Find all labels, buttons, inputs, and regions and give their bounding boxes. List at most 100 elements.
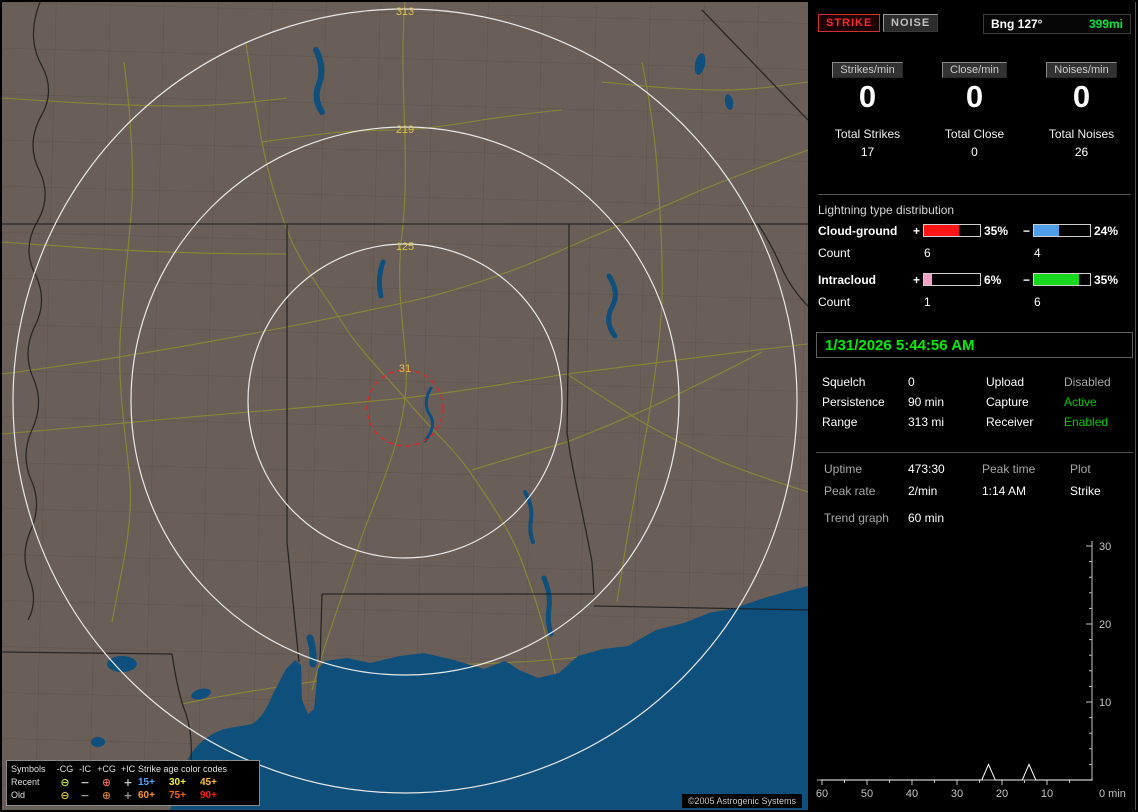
age-code-30: 30+: [169, 776, 186, 788]
squelch-value: 0: [908, 375, 915, 389]
trend-graph-value: 60 min: [908, 511, 945, 525]
intracloud-count-row: Count 1 6: [818, 295, 1131, 309]
cg-negative-count: 4: [1034, 246, 1041, 260]
peak-time-value: 1:14 AM: [982, 484, 1027, 498]
cloud-ground-row: Cloud-ground + 35% − 24%: [818, 223, 1131, 238]
plot-label: Plot: [1070, 462, 1091, 476]
intracloud-row: Intracloud + 6% − 35%: [818, 272, 1131, 287]
neg-cg-old-icon: ⊖: [60, 788, 70, 802]
bearing-range-value: 399mi: [1088, 17, 1123, 31]
noises-per-min-button[interactable]: Noises/min: [1046, 62, 1117, 78]
datetime-display: 1/31/2026 5:44:56 AM: [816, 332, 1133, 358]
ring-label-219: 219: [396, 124, 414, 136]
uptime-label: Uptime: [824, 462, 863, 476]
plus-sign: +: [912, 272, 920, 287]
map-canvas: 313 219 125 31: [2, 2, 808, 810]
strikes-counter: Strikes/min 0 Total Strikes 17: [814, 62, 921, 159]
cg-negative-bar-fill: [1034, 225, 1060, 236]
total-noises-value: 26: [1074, 145, 1089, 159]
trend-graph-label: Trend graph: [824, 511, 889, 525]
upload-label: Upload: [986, 375, 1025, 389]
strikes-per-min-button[interactable]: Strikes/min: [832, 62, 903, 78]
svg-text:20: 20: [1099, 619, 1111, 631]
ring-label-313: 313: [396, 6, 414, 18]
uptime-value: 473:30: [908, 462, 945, 476]
lightning-type-distribution: Lightning type distribution Cloud-ground…: [818, 194, 1131, 321]
intracloud-label: Intracloud: [818, 272, 877, 287]
svg-text:30: 30: [951, 788, 963, 800]
svg-text:10: 10: [1041, 788, 1053, 800]
pos-ic-old-icon: +: [123, 788, 133, 802]
age-code-15: 15+: [138, 776, 155, 788]
strikes-rate-value: 0: [858, 79, 877, 114]
peak-time-label: Peak time: [982, 462, 1036, 476]
plot-value: Strike: [1070, 484, 1101, 498]
close-counter: Close/min 0 Total Close 0: [921, 62, 1028, 159]
svg-text:30: 30: [1099, 541, 1111, 553]
legend-col-neg-cg: -CG: [56, 764, 74, 774]
total-close-value: 0: [971, 145, 978, 159]
capture-label: Capture: [986, 395, 1029, 409]
legend-col-neg-ic: -IC: [79, 764, 91, 774]
upload-status: Disabled: [1064, 375, 1111, 389]
total-strikes-label: Total Strikes: [834, 127, 901, 141]
pos-ic-recent-icon: +: [123, 775, 133, 789]
total-strikes-value: 17: [860, 145, 875, 159]
cg-positive-pct: 35%: [984, 223, 1009, 238]
trend-graph: 10 20 30 60 50 40 30 20 10 0 min: [814, 536, 1135, 808]
cg-negative-bar: [1033, 224, 1091, 237]
trend-graph-canvas: 10 20 30 60 50 40 30 20 10 0 min: [816, 541, 1126, 800]
close-rate-value: 0: [965, 79, 984, 114]
plus-sign: +: [912, 223, 920, 238]
receiver-settings: Squelch 0 Upload Disabled Persistence 90…: [822, 376, 1133, 429]
noises-rate-value: 0: [1072, 79, 1091, 114]
legend-col-pos-ic: +IC: [120, 764, 136, 774]
age-code-90: 90+: [200, 789, 217, 801]
ic-positive-bar-fill: [924, 274, 932, 285]
mode-toolbar: STRIKE NOISE Bng 127° 399mi: [816, 14, 1133, 38]
svg-text:60: 60: [816, 788, 828, 800]
receiver-status: Enabled: [1064, 415, 1109, 429]
neg-cg-recent-icon: ⊖: [60, 775, 70, 789]
cg-positive-bar: [923, 224, 981, 237]
svg-text:10: 10: [1099, 697, 1111, 709]
distribution-title: Lightning type distribution: [818, 203, 955, 217]
strike-mode-button[interactable]: STRIKE: [818, 14, 881, 32]
svg-text:40: 40: [906, 788, 918, 800]
range-label: Range: [822, 415, 858, 429]
range-value: 313 mi: [908, 415, 945, 429]
cg-positive-bar-fill: [924, 225, 960, 236]
pos-cg-old-icon: ⊕: [101, 788, 112, 802]
rate-counters: Strikes/min 0 Total Strikes 17 Close/min…: [814, 62, 1135, 159]
status-panel: STRIKE NOISE Bng 127° 399mi Strikes/min …: [814, 2, 1136, 810]
svg-text:20: 20: [996, 788, 1008, 800]
trend-graph-setting: Trend graph 60 min: [824, 511, 1133, 525]
datetime-value: 1/31/2026 5:44:56 AM: [825, 336, 975, 354]
lightning-map[interactable]: 313 219 125 31 Symbols -CG -IC +CG +IC S…: [2, 2, 808, 810]
ic-negative-pct: 35%: [1094, 272, 1119, 287]
bearing-label: Bng 127°: [991, 17, 1043, 31]
total-noises-label: Total Noises: [1048, 127, 1115, 141]
session-stats: Uptime 473:30 Peak time Plot Peak rate 2…: [816, 452, 1133, 525]
ring-label-31: 31: [399, 363, 411, 375]
ic-negative-bar: [1033, 273, 1091, 286]
svg-text:0 min: 0 min: [1099, 788, 1126, 800]
cg-negative-pct: 24%: [1094, 223, 1119, 238]
copyright-notice: ©2005 Astrogenic Systems: [681, 794, 802, 808]
neg-ic-old-icon: −: [80, 788, 90, 802]
noises-counter: Noises/min 0 Total Noises 26: [1028, 62, 1135, 159]
ic-negative-bar-fill: [1034, 274, 1079, 285]
peak-rate-label: Peak rate: [824, 484, 876, 498]
ic-positive-bar: [923, 273, 981, 286]
count-label: Count: [818, 295, 851, 309]
persistence-label: Persistence: [822, 395, 885, 409]
symbol-legend: Symbols -CG -IC +CG +IC Strike age color…: [6, 760, 260, 806]
capture-status: Active: [1064, 395, 1097, 409]
minus-sign: −: [1022, 223, 1030, 238]
minus-sign: −: [1022, 272, 1030, 287]
ic-positive-count: 1: [924, 295, 931, 309]
age-code-45: 45+: [200, 776, 217, 788]
noise-mode-button[interactable]: NOISE: [883, 14, 939, 32]
cloud-ground-count-row: Count 6 4: [818, 246, 1131, 260]
close-per-min-button[interactable]: Close/min: [942, 62, 1007, 78]
